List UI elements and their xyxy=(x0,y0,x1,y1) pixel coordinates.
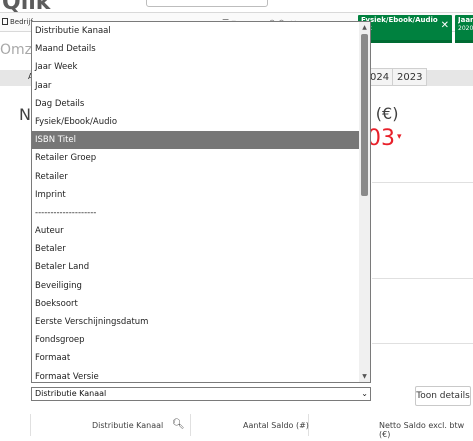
toon-details-button[interactable]: Toon details xyxy=(415,386,471,406)
bookmark-button[interactable]: Bedrijf xyxy=(0,15,35,30)
search-icon[interactable]: 🔍︎ xyxy=(172,419,185,430)
close-icon[interactable]: ✕ xyxy=(441,20,449,31)
chip-bar xyxy=(358,40,452,43)
select-value: Distributie Kanaal xyxy=(35,389,107,398)
kpi-value-text: 03 xyxy=(367,126,395,151)
kpi-left-title: N xyxy=(19,105,31,124)
bookmark-icon xyxy=(2,18,8,25)
divider xyxy=(372,343,473,344)
caret-down-icon: ▾ xyxy=(397,132,402,142)
dropdown-option[interactable]: Formaat xyxy=(32,349,360,367)
scrollbar[interactable]: ▲ ▼ xyxy=(359,22,370,382)
column-header-netto[interactable]: Netto Saldo excl. btw (€) xyxy=(379,421,473,439)
dropdown-option[interactable]: Fondsgroep xyxy=(32,331,360,349)
dropdown-option[interactable]: Retailer xyxy=(32,168,360,186)
selection-chip-fysiek[interactable]: Fysiek/Ebook/Audio ook ✕ xyxy=(358,15,452,43)
dropdown-option[interactable]: Jaar Week xyxy=(32,58,360,76)
scroll-up-icon[interactable]: ▲ xyxy=(360,23,369,32)
dropdown-option[interactable]: Formaat Versie xyxy=(32,368,360,382)
dropdown-option[interactable]: Jaar xyxy=(32,77,360,95)
scrollbar-thumb[interactable] xyxy=(361,34,368,196)
column-header-kanaal[interactable]: Distributie Kanaal xyxy=(92,421,163,430)
bookmark-label: Bedrijf xyxy=(10,18,33,26)
dropdown-option[interactable]: Imprint xyxy=(32,186,360,204)
divider xyxy=(372,182,473,183)
divider xyxy=(372,278,473,279)
kpi-value: 03 ▾ xyxy=(367,126,402,151)
column-header-aantal[interactable]: Aantal Saldo (#) xyxy=(243,421,309,430)
chevron-down-icon: ⌄ xyxy=(361,389,368,398)
dimension-select[interactable]: Distributie Kanaal ⌄ xyxy=(31,387,371,401)
dropdown-option[interactable]: Auteur xyxy=(32,222,360,240)
scroll-down-icon[interactable]: ▼ xyxy=(360,372,369,381)
chip-bar xyxy=(455,40,473,43)
dropdown-items: Distributie Kanaal Maand Details Jaar Week… xyxy=(32,22,370,382)
header-search-field[interactable] xyxy=(146,0,268,7)
dropdown-option[interactable]: Distributie Kanaal xyxy=(32,22,360,40)
selection-chip-jaar[interactable]: Jaar 2020 xyxy=(455,15,473,43)
app-header: Qlik xyxy=(0,0,473,15)
chip-title: Jaar xyxy=(458,16,473,24)
dropdown-option[interactable]: Betaler Land xyxy=(32,258,360,276)
chip-value: 2020 xyxy=(458,25,473,32)
chip-value: ook xyxy=(361,25,449,33)
app-window: Qlik Bedrijf ☰ ▾ ⟲⟳↤ Fysiek/Ebook/Audio … xyxy=(0,0,473,441)
column-separator xyxy=(190,414,191,436)
dropdown-option[interactable]: ISBN Titel xyxy=(32,131,360,150)
dropdown-option[interactable]: Boeksoort xyxy=(32,295,360,313)
chip-title: Fysiek/Ebook/Audio xyxy=(361,16,438,24)
dropdown-option[interactable]: Fysiek/Ebook/Audio xyxy=(32,113,360,131)
dropdown-option[interactable]: Beveiliging xyxy=(32,277,360,295)
dropdown-option[interactable]: Dag Details xyxy=(32,95,360,113)
dropdown-option[interactable]: Retailer Groep xyxy=(32,149,360,167)
select-dropdown-list[interactable]: Distributie Kanaal Maand Details Jaar Week… xyxy=(31,21,371,383)
year-button-2023[interactable]: 2023 xyxy=(392,68,428,86)
dropdown-option[interactable]: Betaler xyxy=(32,240,360,258)
column-separator xyxy=(30,414,31,436)
dropdown-option[interactable]: Eerste Verschijningsdatum xyxy=(32,313,360,331)
dropdown-option[interactable]: Maand Details xyxy=(32,40,360,58)
dropdown-option[interactable]: -------------------- xyxy=(32,204,360,222)
